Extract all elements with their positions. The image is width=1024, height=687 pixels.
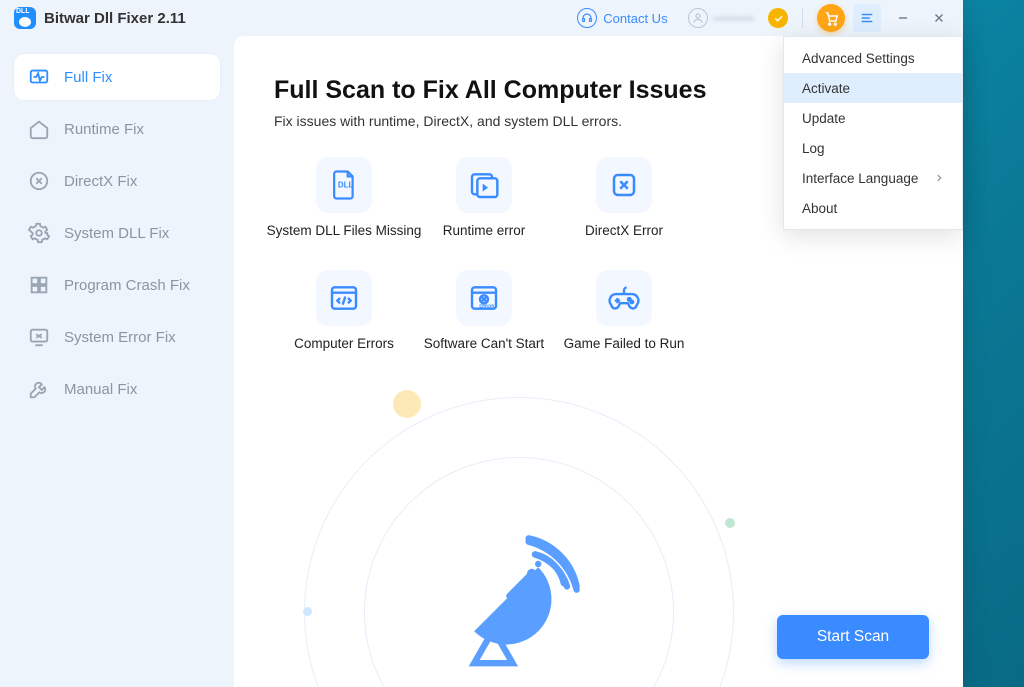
menu-item-update[interactable]: Update (784, 103, 962, 133)
sidebar-item-label: Runtime Fix (64, 121, 144, 138)
grid-icon (28, 274, 50, 296)
user-icon (688, 8, 708, 28)
tile-system-dll-missing[interactable]: DLL System DLL Files Missing (274, 157, 414, 238)
shield-check-icon[interactable] (768, 8, 788, 28)
sidebar-item-full-fix[interactable]: Full Fix (14, 54, 220, 100)
directx-x-icon (609, 170, 639, 200)
desktop-background: Bitwar Dll Fixer 2.11 Contact Us •••••••… (0, 0, 1024, 687)
radar-illustration (304, 397, 734, 687)
sidebar-item-system-error-fix[interactable]: System Error Fix (14, 314, 220, 360)
error-window-icon: ERROR (468, 283, 500, 313)
app-logo-icon (14, 7, 36, 29)
sidebar-item-directx-fix[interactable]: DirectX Fix (14, 158, 220, 204)
menu-item-label: Advanced Settings (802, 51, 915, 66)
svg-text:DLL: DLL (338, 180, 354, 189)
main-menu-dropdown: Advanced Settings Activate Update Log In… (783, 36, 963, 230)
sidebar-item-label: Manual Fix (64, 381, 137, 398)
menu-item-label: Update (802, 111, 846, 126)
start-scan-button[interactable]: Start Scan (777, 615, 929, 659)
code-window-icon (328, 283, 360, 313)
sidebar-item-label: Program Crash Fix (64, 277, 190, 294)
menu-item-about[interactable]: About (784, 193, 962, 223)
menu-item-label: Log (802, 141, 825, 156)
menu-item-interface-language[interactable]: Interface Language (784, 163, 962, 193)
shopping-cart-button[interactable] (817, 4, 845, 32)
sidebar-item-runtime-fix[interactable]: Runtime Fix (14, 106, 220, 152)
tile-software-cant-start[interactable]: ERROR Software Can't Start (414, 270, 554, 351)
svg-text:ERROR: ERROR (479, 303, 494, 308)
tile-label: System DLL Files Missing (267, 223, 422, 238)
close-button[interactable] (925, 4, 953, 32)
tile-label: Computer Errors (294, 336, 394, 351)
titlebar: Bitwar Dll Fixer 2.11 Contact Us •••••••… (0, 0, 963, 36)
menu-item-advanced-settings[interactable]: Advanced Settings (784, 43, 962, 73)
chevron-right-icon (934, 173, 944, 183)
sidebar-item-label: System DLL Fix (64, 225, 169, 242)
user-name-label: •••••••• (714, 11, 754, 26)
tile-label: Runtime error (443, 223, 526, 238)
sidebar-item-manual-fix[interactable]: Manual Fix (14, 366, 220, 412)
monitor-pulse-icon (28, 66, 50, 88)
app-window: Bitwar Dll Fixer 2.11 Contact Us •••••••… (0, 0, 963, 687)
menu-button[interactable] (853, 4, 881, 32)
sidebar: Full Fix Runtime Fix (0, 36, 234, 687)
sidebar-item-label: System Error Fix (64, 329, 176, 346)
app-title: Bitwar Dll Fixer 2.11 (44, 10, 186, 27)
tile-label: DirectX Error (585, 223, 663, 238)
contact-us-link[interactable]: Contact Us (571, 4, 673, 32)
tile-label: Software Can't Start (424, 336, 544, 351)
menu-item-log[interactable]: Log (784, 133, 962, 163)
runtime-icon (468, 170, 500, 200)
gamepad-icon (607, 283, 641, 313)
dll-page-icon: DLL (329, 169, 359, 201)
tile-label: Game Failed to Run (564, 336, 685, 351)
headset-icon (577, 8, 597, 28)
menu-item-label: Interface Language (802, 171, 918, 186)
menu-item-activate[interactable]: Activate (784, 73, 962, 103)
sidebar-item-label: Full Fix (64, 69, 112, 86)
tile-runtime-error[interactable]: Runtime error (414, 157, 554, 238)
x-circle-icon (28, 170, 50, 192)
sidebar-item-label: DirectX Fix (64, 173, 137, 190)
satellite-dish-icon (439, 516, 599, 676)
house-icon (28, 118, 50, 140)
menu-item-label: Activate (802, 81, 850, 96)
contact-us-label: Contact Us (603, 11, 667, 26)
gear-icon (28, 222, 50, 244)
tile-directx-error[interactable]: DirectX Error (554, 157, 694, 238)
user-account[interactable]: •••••••• (682, 4, 760, 32)
monitor-x-icon (28, 326, 50, 348)
minimize-button[interactable] (889, 4, 917, 32)
tile-game-failed[interactable]: Game Failed to Run (554, 270, 694, 351)
tile-computer-errors[interactable]: Computer Errors (274, 270, 414, 351)
separator (802, 8, 803, 28)
wrench-icon (28, 378, 50, 400)
menu-item-label: About (802, 201, 837, 216)
sidebar-item-system-dll-fix[interactable]: System DLL Fix (14, 210, 220, 256)
sidebar-item-program-crash-fix[interactable]: Program Crash Fix (14, 262, 220, 308)
